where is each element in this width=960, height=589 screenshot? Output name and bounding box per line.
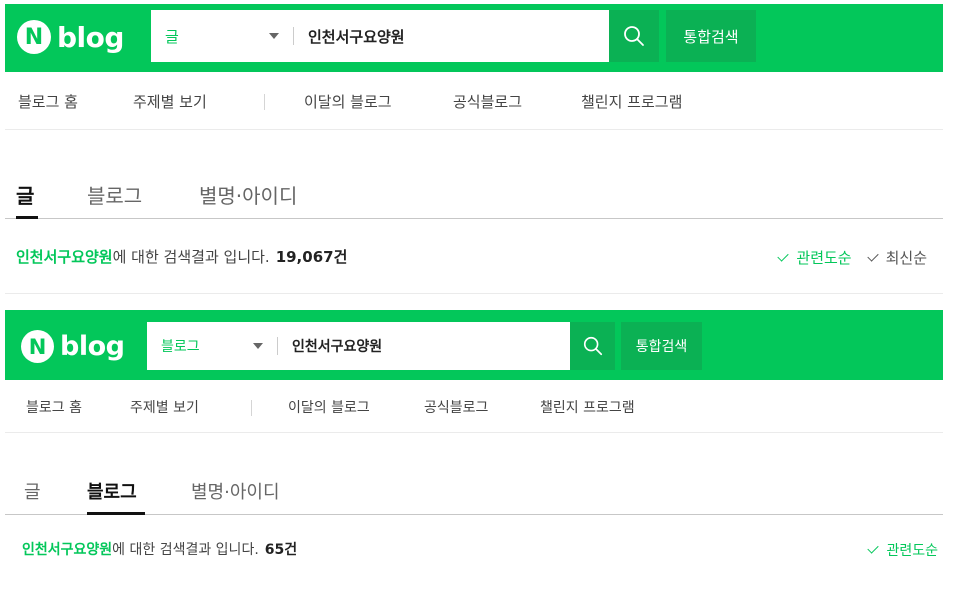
search-icon [583, 336, 602, 356]
result-count: 19,067건 [275, 248, 348, 266]
result-suffix: 에 대한 검색결과 입니다. [112, 542, 259, 558]
result-query: 인천서구요양원 [22, 542, 113, 558]
search-icon [624, 26, 644, 46]
sort-latest-label: 최신순 [885, 249, 927, 267]
checkmark-icon [777, 249, 790, 262]
result-query: 인천서구요양원 [16, 248, 113, 266]
tab-article[interactable]: 글 [16, 180, 34, 209]
search-scope-select[interactable]: 블로그 [147, 322, 277, 370]
naver-blog-logo[interactable]: N blog [17, 20, 124, 54]
section-divider [5, 293, 943, 294]
nav-official-blog[interactable]: 공식블로그 [453, 91, 522, 112]
sort-latest[interactable]: 최신순 [866, 247, 927, 268]
search-button[interactable] [570, 322, 615, 370]
naver-n-icon: N [17, 20, 51, 54]
nav-blog-of-month[interactable]: 이달의 블로그 [288, 397, 370, 417]
chevron-down-icon [269, 33, 279, 39]
search-box: 블로그 [147, 322, 570, 370]
nav-topic-view[interactable]: 주제별 보기 [133, 91, 207, 112]
result-tabs: 글 블로그 별명·아이디 [5, 170, 943, 219]
tab-nickname-id[interactable]: 별명·아이디 [191, 478, 280, 504]
naver-n-icon: N [21, 330, 54, 363]
naver-blog-logo[interactable]: N blog [21, 330, 125, 363]
sort-options: 관련도순 최신순 [777, 247, 927, 268]
search-scope-value: 블로그 [161, 339, 200, 355]
search-scope-select[interactable]: 글 [151, 10, 293, 62]
logo-text: blog [60, 331, 125, 362]
search-input[interactable] [294, 10, 609, 62]
nav-blog-of-month[interactable]: 이달의 블로그 [304, 91, 392, 112]
tab-blog[interactable]: 블로그 [87, 180, 142, 209]
search-box: 글 [151, 10, 609, 62]
search-scope-value: 글 [165, 27, 179, 46]
result-summary: 인천서구요양원에 대한 검색결과 입니다. 19,067건 [16, 246, 347, 267]
search-result-panel-blog: N blog 블로그 통합검색 블로그 홈 주제별 보기 이달의 블로그 공식블… [0, 310, 960, 589]
sort-relevance-label: 관련도순 [886, 543, 938, 559]
active-tab-indicator [87, 512, 145, 515]
tab-blog[interactable]: 블로그 [87, 478, 137, 504]
active-tab-indicator [16, 216, 38, 219]
sort-options: 관련도순 [867, 540, 938, 560]
search-result-panel-article: N blog 글 통합검색 블로그 홈 주제별 보기 이달의 블로그 공식블로그… [0, 0, 960, 295]
search-input[interactable] [278, 322, 570, 370]
logo-text: blog [57, 20, 124, 54]
result-suffix: 에 대한 검색결과 입니다. [112, 248, 270, 266]
search-button[interactable] [609, 10, 659, 62]
nav-divider [264, 94, 265, 110]
sort-relevance[interactable]: 관련도순 [777, 247, 852, 268]
sort-relevance[interactable]: 관련도순 [867, 540, 938, 560]
blog-nav: 블로그 홈 주제별 보기 이달의 블로그 공식블로그 챌린지 프로그램 [5, 72, 943, 130]
result-summary: 인천서구요양원에 대한 검색결과 입니다. 65건 [22, 539, 297, 559]
total-search-button[interactable]: 통합검색 [666, 10, 756, 62]
nav-challenge-program[interactable]: 챌린지 프로그램 [581, 91, 682, 112]
chevron-down-icon [253, 343, 263, 349]
nav-official-blog[interactable]: 공식블로그 [424, 397, 488, 417]
nav-challenge-program[interactable]: 챌린지 프로그램 [540, 397, 635, 417]
nav-divider [251, 400, 252, 416]
tab-article[interactable]: 글 [24, 478, 41, 504]
result-count: 65건 [264, 542, 298, 558]
nav-blog-home[interactable]: 블로그 홈 [18, 91, 78, 112]
result-tabs: 글 블로그 별명·아이디 [5, 470, 943, 515]
nav-topic-view[interactable]: 주제별 보기 [130, 397, 199, 417]
header-bar: N blog 글 통합검색 [5, 4, 943, 72]
checkmark-icon [866, 249, 879, 262]
total-search-button[interactable]: 통합검색 [621, 322, 702, 370]
sort-relevance-label: 관련도순 [796, 249, 852, 267]
nav-blog-home[interactable]: 블로그 홈 [26, 397, 82, 417]
blog-nav: 블로그 홈 주제별 보기 이달의 블로그 공식블로그 챌린지 프로그램 [5, 380, 943, 433]
tab-nickname-id[interactable]: 별명·아이디 [199, 180, 297, 209]
header-bar: N blog 블로그 통합검색 [5, 310, 943, 380]
checkmark-icon [867, 542, 880, 554]
